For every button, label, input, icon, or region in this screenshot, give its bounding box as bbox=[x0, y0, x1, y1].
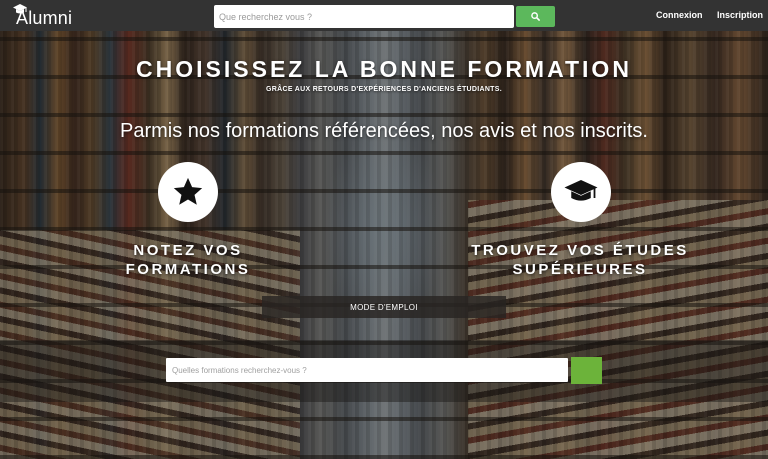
find-feature-line2: SUPÉRIEURES bbox=[512, 261, 648, 278]
how-to-button[interactable]: MODE D'EMPLOI bbox=[262, 296, 506, 318]
rate-feature-circle[interactable] bbox=[158, 162, 218, 222]
search-button[interactable] bbox=[516, 6, 555, 27]
logo-text: Alumni bbox=[16, 8, 73, 28]
rate-feature-line2: FORMATIONS bbox=[125, 261, 251, 278]
tagline: Parmis nos formations référencées, nos a… bbox=[120, 120, 648, 142]
star-icon bbox=[173, 177, 203, 205]
find-feature-title[interactable]: TROUVEZ VOS ÉTUDES SUPÉRIEURES bbox=[450, 241, 710, 279]
page-title: CHOISISSEZ LA BONNE FORMATION bbox=[136, 56, 632, 82]
formation-search-input[interactable] bbox=[166, 358, 568, 382]
logo[interactable]: Alumni bbox=[12, 3, 92, 29]
rate-feature-title[interactable]: NOTEZ VOS FORMATIONS bbox=[98, 241, 278, 279]
search-icon bbox=[531, 12, 540, 21]
formation-search-button[interactable] bbox=[571, 357, 602, 384]
page-subtitle: GRÂCE AUX RETOURS D'EXPÉRIENCES D'ANCIEN… bbox=[266, 86, 502, 93]
search-input[interactable] bbox=[214, 5, 514, 28]
graduation-cap-icon bbox=[564, 180, 598, 201]
login-link[interactable]: Connexion bbox=[656, 10, 703, 20]
navbar: Alumni Connexion Inscription bbox=[0, 0, 768, 31]
signup-link[interactable]: Inscription bbox=[717, 10, 763, 20]
rate-feature-line1: NOTEZ VOS bbox=[133, 242, 243, 259]
find-feature-line1: TROUVEZ VOS ÉTUDES bbox=[471, 242, 689, 259]
find-feature-circle[interactable] bbox=[551, 162, 611, 222]
